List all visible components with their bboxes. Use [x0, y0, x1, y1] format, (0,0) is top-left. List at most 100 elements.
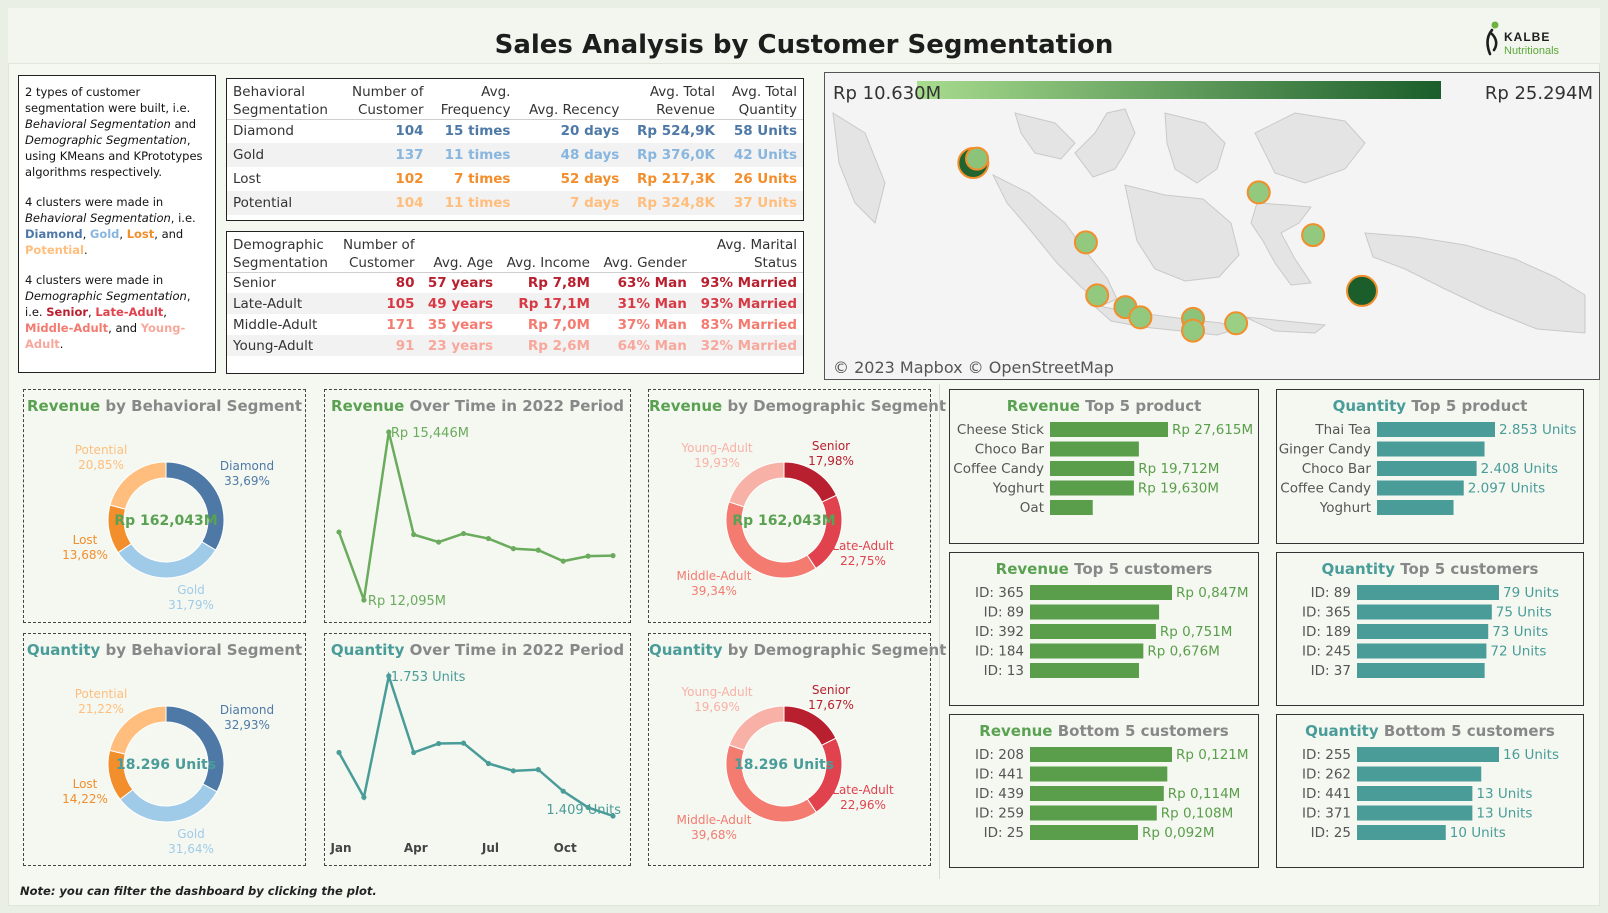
- bar[interactable]: [1357, 825, 1446, 840]
- bar[interactable]: [1050, 480, 1134, 496]
- revenue-by-demographic-panel[interactable]: Revenue by Demographic Segment Senior 17,…: [648, 389, 946, 624]
- line-point[interactable]: [411, 749, 417, 756]
- table-row[interactable]: Late-Adult 105 49 years Rp 17,1M 31% Man 93% …: [227, 293, 803, 314]
- donut-slice[interactable]: [165, 705, 225, 793]
- donut-slice[interactable]: [117, 541, 217, 579]
- bar[interactable]: [1030, 747, 1172, 762]
- bar[interactable]: [1377, 441, 1485, 457]
- bar[interactable]: [1357, 643, 1487, 659]
- line-point[interactable]: [510, 768, 516, 774]
- qty_beh-donut-chart[interactable]: Diamond32,93% Gold31,64% Lost14,22% Potenti…: [24, 634, 307, 868]
- quantity-by-demographic-panel[interactable]: Quantity by Demographic Segment Senior 17…: [648, 633, 946, 868]
- bar[interactable]: [1050, 461, 1135, 476]
- bar[interactable]: [1030, 766, 1168, 782]
- line-point[interactable]: [485, 760, 492, 767]
- note-1: 2 types of customer segmentation were bu…: [25, 85, 203, 179]
- donut-slice[interactable]: [806, 737, 843, 813]
- table-row[interactable]: Senior 80 57 years Rp 7,8M 63% Man 93% Marrie…: [227, 272, 803, 293]
- revenue-bottom-customers-panel[interactable]: Revenue Bottom 5 customers ID: 208 Rp 0,1…: [949, 714, 1259, 868]
- rev_dem-donut-chart[interactable]: Senior17,98% Late-Adult22,75% Middle-Adult…: [649, 390, 932, 624]
- line-point[interactable]: [361, 597, 367, 603]
- line-point[interactable]: [560, 558, 566, 564]
- bar[interactable]: [1377, 500, 1454, 515]
- donut-slice[interactable]: [806, 494, 843, 570]
- revenue-top-products-panel[interactable]: Revenue Top 5 product Cheese Stick Rp 27,…: [949, 389, 1259, 544]
- map-marker[interactable]: [1128, 305, 1153, 330]
- bar[interactable]: [1030, 585, 1172, 600]
- line-point[interactable]: [460, 530, 467, 537]
- line-point[interactable]: [460, 740, 467, 746]
- bar[interactable]: [1030, 604, 1160, 620]
- line-point[interactable]: [535, 767, 541, 773]
- bar[interactable]: [1050, 441, 1139, 457]
- bar[interactable]: [1030, 624, 1156, 639]
- revenue-by-behavioral-panel[interactable]: Revenue by Behavioral Segment Diamond 33,…: [23, 389, 306, 623]
- donut-slice[interactable]: [783, 461, 838, 503]
- revenue-over-time-panel[interactable]: Revenue Over Time in 2022 Period Rp 15,4…: [324, 389, 631, 623]
- bar[interactable]: [1357, 747, 1499, 762]
- map-marker[interactable]: [1181, 318, 1205, 343]
- bar[interactable]: [1357, 786, 1473, 801]
- line-point[interactable]: [336, 749, 342, 756]
- map-marker[interactable]: [1085, 283, 1110, 308]
- line-series[interactable]: [337, 431, 614, 601]
- demographic-segmentation-table[interactable]: Demographic Segmentation Number of Customer…: [226, 231, 804, 374]
- revenue-map[interactable]: Rp 10.630M Rp 25.294M © 2023 Mapbox © Open…: [824, 72, 1600, 380]
- table-row[interactable]: Middle-Adult 171 35 years Rp 7,0M 37% Man 83%…: [227, 314, 803, 335]
- bar[interactable]: [1050, 500, 1093, 515]
- quantity-top-products-panel[interactable]: Quantity Top 5 product Thai Tea 2.853 Uni…: [1276, 389, 1584, 544]
- revenue-top-customers-panel[interactable]: Revenue Top 5 customers ID: 365 Rp 0,847M…: [949, 552, 1259, 706]
- bar[interactable]: [1357, 766, 1482, 782]
- bar[interactable]: [1030, 643, 1144, 659]
- map-marker[interactable]: [965, 146, 989, 171]
- quantity-by-behavioral-panel[interactable]: Quantity by Behavioral Segment Diamond 32…: [23, 633, 306, 866]
- map-marker[interactable]: [1073, 230, 1098, 255]
- bar[interactable]: [1377, 461, 1477, 476]
- bar[interactable]: [1030, 805, 1157, 821]
- line-point[interactable]: [336, 529, 342, 535]
- line-point[interactable]: [510, 546, 516, 552]
- quantity-top-customers-panel[interactable]: Quantity Top 5 customers ID: 89 79 Units I…: [1276, 552, 1584, 706]
- table-row[interactable]: Diamond 104 15 times 20 days Rp 524,9K 58 Uni…: [227, 119, 803, 143]
- map-marker[interactable]: [1246, 180, 1271, 205]
- rev_time-line-chart[interactable]: Rp 15,446M Rp 12,095M: [325, 390, 632, 624]
- line-point[interactable]: [560, 788, 566, 794]
- bar[interactable]: [1030, 786, 1164, 801]
- bar[interactable]: [1357, 805, 1473, 821]
- bar[interactable]: [1050, 422, 1168, 437]
- bar[interactable]: [1030, 825, 1138, 840]
- bar[interactable]: [1030, 663, 1139, 678]
- table-row[interactable]: Potential 104 11 times 7 days Rp 324,8K 37 Un…: [227, 191, 803, 215]
- quantity-bottom-customers-panel[interactable]: Quantity Bottom 5 customers ID: 255 16 Un…: [1276, 714, 1584, 868]
- line-point[interactable]: [610, 553, 616, 559]
- bar[interactable]: [1357, 624, 1489, 639]
- column-header: Avg. Total Revenue: [625, 79, 721, 120]
- bar[interactable]: [1357, 663, 1485, 678]
- bar[interactable]: [1357, 585, 1499, 600]
- bar[interactable]: [1377, 480, 1464, 496]
- bar[interactable]: [1357, 604, 1492, 620]
- table-row[interactable]: Young-Adult 91 23 years Rp 2,6M 64% Man 32% M…: [227, 335, 803, 356]
- donut-slice[interactable]: [165, 461, 225, 551]
- table-row[interactable]: Lost 102 7 times 52 days Rp 217,3K 26 Units: [227, 167, 803, 191]
- line-point[interactable]: [535, 547, 541, 553]
- line-point[interactable]: [485, 535, 492, 542]
- map-canvas[interactable]: Rp 10.630M Rp 25.294M © 2023 Mapbox © Open…: [825, 73, 1600, 380]
- bar[interactable]: [1377, 422, 1495, 437]
- quantity-over-time-panel[interactable]: Quantity Over Time in 2022 Period 1.753 …: [324, 633, 631, 866]
- qty_time-line-chart[interactable]: 1.753 Units 1.409 Units Jan Apr Jul Oct: [325, 634, 632, 868]
- qty_dem-donut-chart[interactable]: Senior17,67% Late-Adult22,96% Middle-Adult…: [649, 634, 932, 868]
- line-point[interactable]: [436, 539, 442, 545]
- donut-slice[interactable]: [119, 783, 218, 823]
- map-marker[interactable]: [1224, 311, 1249, 336]
- line-point[interactable]: [585, 553, 591, 559]
- map-marker[interactable]: [1346, 274, 1378, 307]
- rev_beh-donut-chart[interactable]: Diamond33,69% Gold31,79% Lost13,68% Potenti…: [24, 390, 307, 624]
- table-row[interactable]: Gold 137 11 times 48 days Rp 376,0K 42 Units: [227, 143, 803, 167]
- line-point[interactable]: [411, 531, 417, 538]
- line-point[interactable]: [361, 794, 367, 800]
- behavioral-segmentation-table[interactable]: Behavioral Segmentation Number of Customer A…: [226, 78, 804, 221]
- line-series[interactable]: [337, 671, 614, 818]
- line-point[interactable]: [436, 740, 442, 747]
- map-marker[interactable]: [1301, 223, 1326, 248]
